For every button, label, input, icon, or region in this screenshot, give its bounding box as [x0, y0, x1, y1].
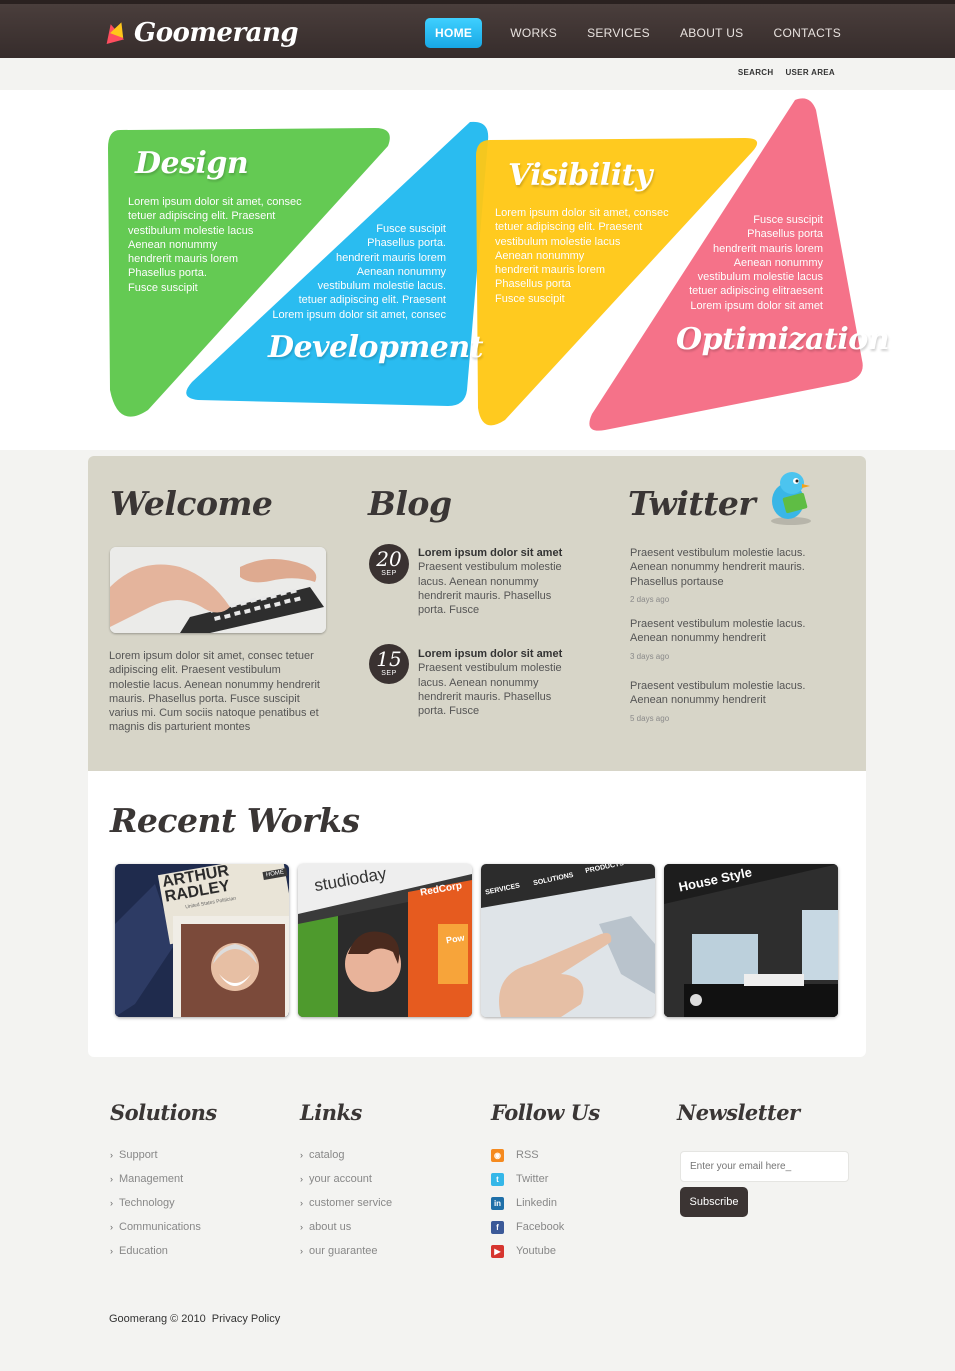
visibility-text: Lorem ipsum dolor sit amet, consec tetuer…	[495, 207, 669, 305]
keyboard-hands-photo	[110, 547, 326, 633]
recent-works-title: Recent Works	[110, 801, 360, 840]
development-text: Fusce suscipit Phasellus porta. hendrerit …	[272, 223, 446, 321]
nav-home[interactable]: HOME	[425, 18, 483, 48]
links-title: Links	[300, 1100, 362, 1125]
nav-contacts[interactable]: CONTACTS	[763, 18, 851, 48]
chevron-right-icon: ›	[110, 1174, 113, 1184]
footer-links: Links › catalog › your account › customer s…	[300, 1100, 392, 1263]
subscribe-button[interactable]: Subscribe	[680, 1187, 748, 1217]
newsletter-email-input[interactable]	[680, 1151, 849, 1182]
utility-links: SEARCH USER AREA	[738, 68, 835, 77]
footer-link[interactable]: › Communications	[110, 1215, 217, 1239]
chevron-right-icon: ›	[300, 1222, 303, 1232]
newsletter-title: Newsletter	[677, 1100, 800, 1125]
nav-services[interactable]: SERVICES	[577, 18, 660, 48]
logo-text: Goomerang	[134, 18, 299, 48]
footer-link[interactable]: › Support	[110, 1143, 217, 1167]
work-thumbnail[interactable]: House Style	[664, 864, 838, 1017]
social-link-rss[interactable]: ◉ RSS	[491, 1143, 600, 1167]
blog-date-badge: 20 SEP	[369, 544, 409, 584]
footer-link[interactable]: › our guarantee	[300, 1239, 392, 1263]
chevron-right-icon: ›	[300, 1150, 303, 1160]
optimization-title: Optimization	[676, 322, 890, 357]
chevron-right-icon: ›	[300, 1174, 303, 1184]
tweet-time: 2 days ago	[630, 594, 670, 604]
footer-link[interactable]: › catalog	[300, 1143, 392, 1167]
logo-icon	[101, 20, 128, 45]
footer-link[interactable]: › Technology	[110, 1191, 217, 1215]
chevron-right-icon: ›	[110, 1150, 113, 1160]
main-nav: HOME WORKS SERVICES ABOUT US CONTACTS	[425, 18, 851, 48]
social-link-youtube[interactable]: ▶ Youtube	[491, 1239, 600, 1263]
visibility-title: Visibility	[508, 158, 652, 193]
recent-works-section: Recent Works ARTHUR RADLEY HOME United S…	[88, 771, 866, 1057]
footer-link[interactable]: › your account	[300, 1167, 392, 1191]
linkedin-icon: in	[491, 1196, 504, 1210]
copyright-text: Goomerang © 2010	[109, 1313, 206, 1325]
content-panel: Welcome Lorem ipsum dolor sit amet, cons…	[88, 456, 866, 771]
tweet: Praesent vestibulum molestie lacus. Aenea…	[630, 546, 830, 607]
blog-post-title[interactable]: Lorem ipsum dolor sit amet	[418, 546, 588, 560]
footer-link[interactable]: › customer service	[300, 1191, 392, 1215]
welcome-title: Welcome	[110, 484, 273, 523]
development-title: Development	[268, 330, 484, 365]
rss-icon: ◉	[491, 1148, 504, 1162]
blog-post-title[interactable]: Lorem ipsum dolor sit amet	[418, 647, 588, 661]
footer-solutions: Solutions › Support › Management › Technolo…	[110, 1100, 217, 1263]
solutions-title: Solutions	[110, 1100, 217, 1125]
footer-follow: Follow Us ◉ RSS t Twitter in Linkedin f Face…	[491, 1100, 600, 1263]
social-link-twitter[interactable]: t Twitter	[491, 1167, 600, 1191]
hero-banner: Design Lorem ipsum dolor sit amet, conse…	[0, 90, 955, 450]
chevron-right-icon: ›	[110, 1222, 113, 1232]
tweet-time: 3 days ago	[630, 651, 670, 661]
work-thumbnail[interactable]: studioday RedCorp Pow	[298, 864, 472, 1017]
social-link-facebook[interactable]: f Facebook	[491, 1215, 600, 1239]
tweet: Praesent vestibulum molestie lacus. Aenea…	[630, 679, 830, 726]
chevron-right-icon: ›	[110, 1198, 113, 1208]
optimization-text: Fusce suscipit Phasellus porta hendrerit m…	[689, 214, 823, 312]
footer-link[interactable]: › Management	[110, 1167, 217, 1191]
footer-link[interactable]: › Education	[110, 1239, 217, 1263]
twitter-bird-icon	[764, 469, 818, 527]
logo[interactable]: Goomerang	[101, 18, 299, 48]
social-link-linkedin[interactable]: in Linkedin	[491, 1191, 600, 1215]
twitter-title: Twitter	[628, 484, 756, 523]
youtube-icon: ▶	[491, 1244, 504, 1258]
chevron-right-icon: ›	[300, 1246, 303, 1256]
work-thumbnail[interactable]: SERVICES SOLUTIONS PRODUCTS	[481, 864, 655, 1017]
footer-newsletter: Newsletter	[677, 1100, 800, 1143]
top-navigation-bar: Goomerang HOME WORKS SERVICES ABOUT US C…	[0, 0, 955, 58]
blog-post[interactable]: Lorem ipsum dolor sit amet Praesent vest…	[418, 546, 588, 617]
welcome-text: Lorem ipsum dolor sit amet, consec tetue…	[109, 650, 320, 734]
chevron-right-icon: ›	[300, 1198, 303, 1208]
blog-title: Blog	[368, 484, 452, 523]
nav-works[interactable]: WORKS	[500, 18, 567, 48]
blog-date-badge: 15 SEP	[369, 644, 409, 684]
facebook-icon: f	[491, 1220, 504, 1234]
copyright: Goomerang © 2010 Privacy Policy	[109, 1313, 280, 1325]
design-title: Design	[135, 146, 249, 181]
user-area-link[interactable]: USER AREA	[785, 68, 835, 77]
follow-title: Follow Us	[491, 1100, 600, 1125]
tweet-time: 5 days ago	[630, 713, 670, 723]
twitter-icon: t	[491, 1172, 504, 1186]
tweet: Praesent vestibulum molestie lacus. Aenea…	[630, 617, 830, 664]
nav-about-us[interactable]: ABOUT US	[670, 18, 754, 48]
footer-link[interactable]: › about us	[300, 1215, 392, 1239]
chevron-right-icon: ›	[110, 1246, 113, 1256]
search-link[interactable]: SEARCH	[738, 68, 774, 77]
blog-post[interactable]: Lorem ipsum dolor sit amet Praesent vest…	[418, 647, 588, 718]
privacy-policy-link[interactable]: Privacy Policy	[212, 1313, 280, 1325]
work-thumbnail[interactable]: ARTHUR RADLEY HOME United States Politic…	[115, 864, 289, 1017]
